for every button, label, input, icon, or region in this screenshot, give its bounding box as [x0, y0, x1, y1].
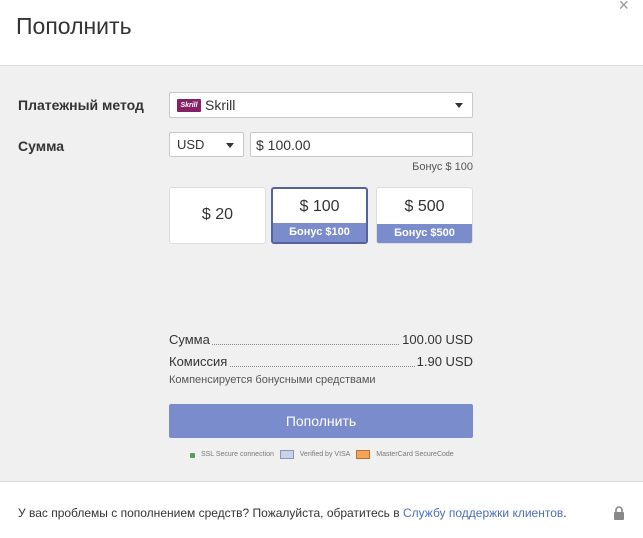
amount-input[interactable]	[250, 132, 473, 157]
close-icon[interactable]: ×	[618, 0, 629, 14]
modal-footer: У вас проблемы с пополнением средств? По…	[0, 481, 643, 538]
mastercard-badge-text: MasterCard SecureCode	[376, 451, 454, 458]
modal-title: Пополнить	[16, 13, 132, 39]
submit-button[interactable]: Пополнить	[169, 404, 473, 438]
modal-body: Платежный метод Skrill Skrill Сумма USD …	[0, 67, 643, 481]
payment-method-select[interactable]: Skrill Skrill	[169, 92, 473, 118]
preset-amount-label: $ 20	[201, 206, 234, 223]
preset-bonus-badge: Бонус $500	[377, 224, 472, 243]
summary-sum-label: Сумма	[169, 332, 212, 347]
currency-value: USD	[177, 137, 205, 152]
summary-fee-label: Комиссия	[169, 354, 230, 369]
chevron-down-icon	[455, 103, 463, 108]
visa-badge-text: Verified by VISA	[299, 451, 351, 458]
modal-header: Пополнить ×	[0, 0, 643, 66]
skrill-logo: Skrill	[177, 99, 201, 112]
preset-amount-20[interactable]: $ 20	[169, 187, 266, 244]
compensation-note: Компенсируется бонусными средствами	[169, 374, 376, 386]
preset-amount-label: $ 500	[404, 198, 445, 215]
support-message: У вас проблемы с пополнением средств? По…	[18, 506, 567, 520]
summary-sum-row: Сумма 100.00 USD	[169, 332, 473, 350]
ssl-badge-text: SSL Secure connection	[200, 451, 274, 458]
payment-method-label: Платежный метод	[18, 97, 144, 113]
support-message-suffix: .	[563, 506, 567, 520]
payment-method-value: Skrill	[205, 97, 236, 113]
bonus-note: Бонус $ 100	[412, 161, 473, 173]
visa-verified-icon	[279, 450, 294, 459]
preset-amount-500[interactable]: $ 500 Бонус $500	[376, 187, 473, 244]
lock-icon	[614, 506, 624, 520]
support-message-text: У вас проблемы с пополнением средств? По…	[18, 506, 403, 520]
summary-fee-row: Комиссия 1.90 USD	[169, 354, 473, 372]
currency-select[interactable]: USD	[169, 132, 244, 157]
amount-label: Сумма	[18, 138, 65, 154]
summary-sum-value: 100.00 USD	[400, 332, 473, 347]
mastercard-icon	[356, 450, 371, 459]
summary-fee-value: 1.90 USD	[414, 354, 473, 369]
security-badges: SSL Secure connection Verified by VISA M…	[190, 450, 458, 462]
preset-bonus-badge: Бонус $100	[273, 223, 366, 242]
lock-icon	[190, 453, 195, 458]
preset-amount-100[interactable]: $ 100 Бонус $100	[271, 187, 368, 244]
preset-amount-label: $ 100	[299, 198, 340, 215]
chevron-down-icon	[226, 143, 234, 148]
support-link[interactable]: Службу поддержки клиентов	[403, 506, 563, 520]
